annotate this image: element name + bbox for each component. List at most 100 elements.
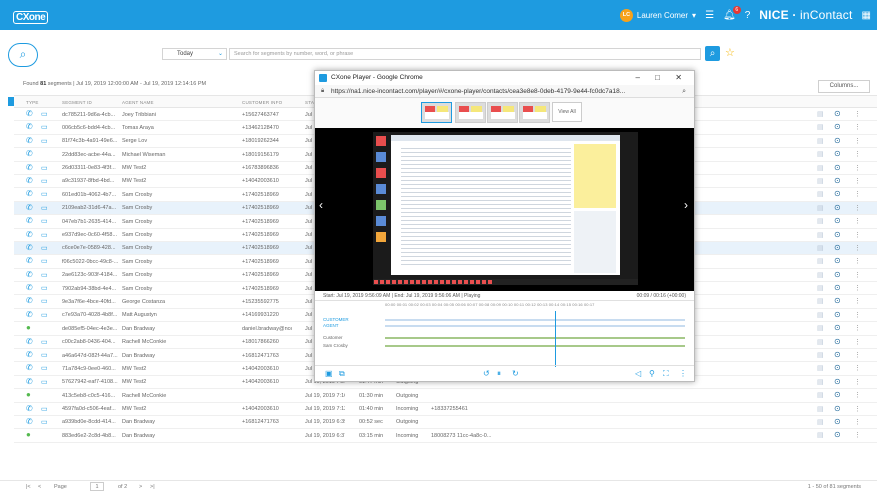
transcript-icon[interactable]: ▤ <box>817 297 824 305</box>
minimize-icon[interactable]: – <box>636 71 640 85</box>
col-type[interactable]: TYPE <box>26 100 39 105</box>
transcript-icon[interactable]: ▤ <box>817 204 824 212</box>
app-logo[interactable]: CXone <box>12 8 49 24</box>
menu-lines-icon[interactable]: ☰ <box>705 10 714 21</box>
segment-id[interactable]: 047eb7b1-2635-414... <box>62 219 118 225</box>
play-icon[interactable]: ⊙ <box>834 203 841 212</box>
more-menu-icon[interactable]: ⋮ <box>854 177 861 185</box>
col-agent-name[interactable]: AGENT NAME <box>122 100 154 105</box>
screen-thumbnail[interactable] <box>421 102 452 123</box>
more-menu-icon[interactable]: ⋮ <box>854 271 861 279</box>
segment-id[interactable]: 006cb5c6-bdd4-4cb... <box>62 125 118 131</box>
view-all-button[interactable]: View All <box>552 102 582 122</box>
page-input[interactable]: 1 <box>90 482 104 491</box>
more-menu-icon[interactable]: ⋮ <box>854 311 861 319</box>
search-input[interactable]: Search for segments by number, word, or … <box>229 48 701 60</box>
transcript-icon[interactable]: ▤ <box>817 405 824 413</box>
col-segment-id[interactable]: SEGMENT ID <box>62 100 92 105</box>
play-icon[interactable]: ⊙ <box>834 256 841 265</box>
more-menu-icon[interactable]: ⋮ <box>854 123 861 131</box>
more-menu-icon[interactable]: ⋮ <box>854 244 861 252</box>
segment-id[interactable]: 2ae6123c-903f-4184... <box>62 272 118 278</box>
previous-screen-icon[interactable]: ‹ <box>319 198 323 212</box>
play-icon[interactable]: ⊙ <box>834 417 841 426</box>
transcript-icon[interactable]: ▤ <box>817 137 824 145</box>
columns-button[interactable]: Columns... <box>818 80 870 93</box>
transcript-icon[interactable]: ▤ <box>817 338 824 346</box>
transcript-icon[interactable]: ▤ <box>817 311 824 319</box>
transcript-icon[interactable]: ▤ <box>817 244 824 252</box>
screen-thumbnail[interactable] <box>487 102 518 123</box>
search-button[interactable]: ⌕ <box>705 46 720 61</box>
more-menu-icon[interactable]: ⋮ <box>854 217 861 225</box>
play-icon[interactable]: ⊙ <box>834 283 841 292</box>
segment-id[interactable]: c6ce0e7e-0589-428... <box>62 245 118 251</box>
play-icon[interactable]: ⊙ <box>834 390 841 399</box>
more-menu-icon[interactable]: ⋮ <box>854 231 861 239</box>
transcript-icon[interactable]: ▤ <box>817 110 824 118</box>
play-icon[interactable]: ⊙ <box>834 430 841 439</box>
more-menu-icon[interactable]: ⋮ <box>854 297 861 305</box>
transcript-icon[interactable]: ▤ <box>817 123 824 131</box>
more-menu-icon[interactable]: ⋮ <box>854 137 861 145</box>
zoom-icon[interactable]: ⌕ <box>682 85 686 97</box>
transcript-icon[interactable]: ▤ <box>817 217 824 225</box>
play-icon[interactable]: ⊙ <box>834 230 841 239</box>
transcript-icon[interactable]: ▤ <box>817 378 824 386</box>
more-menu-icon[interactable]: ⋮ <box>854 150 861 158</box>
segment-id[interactable]: a46a647d-082f-44a7... <box>62 353 118 359</box>
segment-id[interactable]: f06c5022-0bcc-49c8-... <box>62 259 118 265</box>
play-icon[interactable]: ⊙ <box>834 163 841 172</box>
more-menu-icon[interactable]: ⋮ <box>854 164 861 172</box>
first-page-icon[interactable]: |< <box>26 484 31 490</box>
next-screen-icon[interactable]: › <box>684 198 688 212</box>
play-icon[interactable]: ⊙ <box>834 270 841 279</box>
play-icon[interactable]: ⊙ <box>834 310 841 319</box>
play-icon[interactable]: ⊙ <box>834 136 841 145</box>
segment-id[interactable]: 601ed01b-4062-4b7... <box>62 192 118 198</box>
more-menu-icon[interactable]: ⋮ <box>854 257 861 265</box>
rewind-icon[interactable]: ↺ <box>483 369 490 378</box>
more-menu-icon[interactable]: ⋮ <box>854 364 861 372</box>
more-menu-icon[interactable]: ⋮ <box>854 378 861 386</box>
expand-icon[interactable]: ⧉ <box>339 369 345 379</box>
segment-id[interactable]: 71a784c9-0ee0-460... <box>62 366 118 372</box>
transcript-icon[interactable]: ▤ <box>817 164 824 172</box>
transcript-icon[interactable]: ▤ <box>817 177 824 185</box>
transcript-icon[interactable]: ▤ <box>817 351 824 359</box>
more-menu-icon[interactable]: ⋮ <box>854 351 861 359</box>
segment-id[interactable]: 7902ab94-38bd-4e4... <box>62 286 118 292</box>
more-menu-icon[interactable]: ⋮ <box>854 431 861 439</box>
more-menu-icon[interactable]: ⋮ <box>854 190 861 198</box>
more-menu-icon[interactable]: ⋮ <box>854 110 861 118</box>
search-app-icon[interactable]: ⌕ <box>8 43 38 67</box>
play-icon[interactable]: ⊙ <box>834 243 841 252</box>
segment-id[interactable]: 2109eab2-31d6-47a... <box>62 205 118 211</box>
transcript-icon[interactable]: ▤ <box>817 431 824 439</box>
forward-icon[interactable]: ↻ <box>512 369 519 378</box>
more-menu-icon[interactable]: ⋮ <box>679 369 687 378</box>
segment-id[interactable]: e937d9ec-0c60-4f58... <box>62 232 118 238</box>
play-icon[interactable]: ⊙ <box>834 109 841 118</box>
playhead[interactable] <box>555 311 556 367</box>
next-page-icon[interactable]: > <box>139 484 142 490</box>
address-bar[interactable]: 🔒︎ https://na1.nice-incontact.com/player… <box>315 85 694 98</box>
help-icon[interactable]: ? <box>745 10 751 21</box>
prev-page-icon[interactable]: < <box>38 484 41 490</box>
segment-id[interactable]: 883ed6e2-2c8d-4b8... <box>62 433 118 439</box>
segment-id[interactable]: c7e93a70-4028-4b8f... <box>62 312 118 318</box>
segment-id[interactable]: 26d03311-0e83-4f3f... <box>62 165 118 171</box>
segment-id[interactable]: 81f74c3b-4a91-49e6... <box>62 138 118 144</box>
segment-id[interactable]: 9e3a7f6e-4bce-40fd... <box>62 299 118 305</box>
transcript-icon[interactable]: ▤ <box>817 284 824 292</box>
more-menu-icon[interactable]: ⋮ <box>854 405 861 413</box>
segment-id[interactable]: a939bd0e-8cdd-414... <box>62 419 118 425</box>
segment-id[interactable]: de085ef5-04ec-4e3e... <box>62 326 118 332</box>
close-icon[interactable]: ✕ <box>675 71 682 85</box>
segment-id[interactable]: c00c2ab8-0436-404... <box>62 339 118 345</box>
play-icon[interactable]: ⊙ <box>834 377 841 386</box>
more-menu-icon[interactable]: ⋮ <box>854 204 861 212</box>
bell-icon[interactable]: 🔔︎ 6 <box>723 5 741 21</box>
speed-icon[interactable]: ⚲ <box>649 369 655 378</box>
more-menu-icon[interactable]: ⋮ <box>854 338 861 346</box>
